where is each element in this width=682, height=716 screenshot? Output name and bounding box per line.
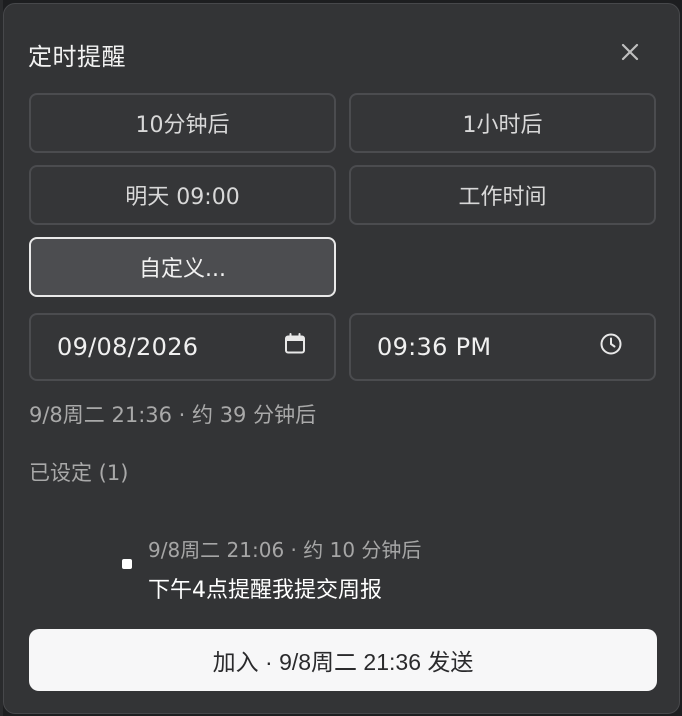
preset-1-hour-button[interactable]: 1小时后	[349, 93, 656, 153]
existing-reminders-heading: 已设定 (1)	[29, 461, 129, 485]
clock-icon[interactable]	[599, 332, 623, 362]
reminder-time: 9/8周二 21:06 · 约 10 分钟后	[148, 538, 422, 562]
time-input[interactable]: 09:36 PM	[349, 313, 656, 381]
add-reminder-button[interactable]: 加入 · 9/8周二 21:36 发送	[29, 629, 657, 691]
date-value: 09/08/2026	[57, 333, 199, 361]
schedule-summary: 9/8周二 21:36 · 约 39 分钟后	[29, 403, 317, 427]
date-input[interactable]: 09/08/2026	[29, 313, 336, 381]
preset-tomorrow-button[interactable]: 明天 09:00	[29, 165, 336, 225]
time-value: 09:36 PM	[377, 333, 492, 361]
close-icon	[621, 43, 639, 61]
dialog-title: 定时提醒	[28, 43, 126, 71]
bullet-icon	[122, 559, 132, 569]
preset-custom-button[interactable]: 自定义...	[29, 237, 336, 297]
reminder-dialog: 定时提醒 10分钟后 1小时后 明天 09:00 工作时间 自定义... 09/…	[3, 3, 680, 714]
preset-10-min-button[interactable]: 10分钟后	[29, 93, 336, 153]
calendar-icon[interactable]	[284, 333, 306, 361]
reminder-text: 下午4点提醒我提交周报	[148, 578, 382, 603]
close-button[interactable]	[616, 38, 644, 66]
preset-work-hours-button[interactable]: 工作时间	[349, 165, 656, 225]
